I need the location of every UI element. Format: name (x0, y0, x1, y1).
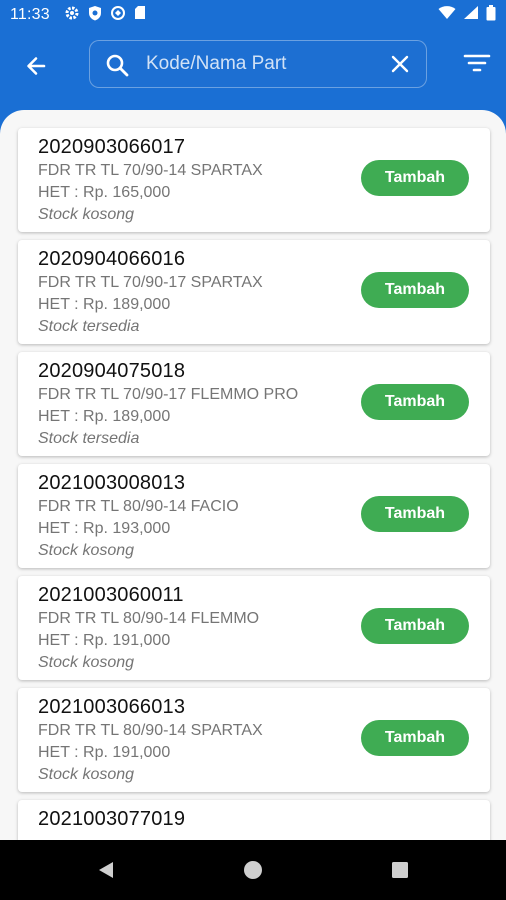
part-code: 2020904066016 (38, 248, 186, 270)
add-button[interactable]: Tambah (361, 496, 469, 532)
part-name: FDR TR TL 70/90-17 SPARTAX (38, 274, 263, 291)
status-time: 11:33 (10, 6, 50, 23)
signal-icon (463, 5, 479, 25)
part-name: FDR TR TL 80/90-14 SPARTAX (38, 722, 263, 739)
list-item: 2021003008013 FDR TR TL 80/90-14 FACIO H… (18, 464, 490, 568)
part-code: 2021003060011 (38, 584, 184, 606)
list-item: 2021003066013 FDR TR TL 80/90-14 SPARTAX… (18, 688, 490, 792)
nav-recents-button[interactable] (390, 860, 410, 885)
part-price: HET : Rp. 165,000 (38, 184, 171, 201)
status-bar: 11:33 (0, 0, 506, 30)
stock-status: Stock kosong (38, 766, 135, 783)
battery-icon (486, 4, 496, 26)
part-name: FDR TR TL 70/90-14 SPARTAX (38, 162, 263, 179)
add-button[interactable]: Tambah (361, 608, 469, 644)
list-item: 2020904066016 FDR TR TL 70/90-17 SPARTAX… (18, 240, 490, 344)
list-item: 2020903066017 FDR TR TL 70/90-14 SPARTAX… (18, 128, 490, 232)
stock-status: Stock kosong (38, 542, 135, 559)
stock-status: Stock tersedia (38, 318, 140, 335)
shield-icon (88, 5, 102, 26)
part-list: 2020903066017 FDR TR TL 70/90-14 SPARTAX… (18, 128, 490, 840)
settings-icon (64, 5, 80, 26)
part-code: 2020904075018 (38, 360, 186, 382)
content-sheet: 2020903066017 FDR TR TL 70/90-14 SPARTAX… (0, 110, 506, 840)
clear-search-button[interactable] (390, 54, 410, 79)
filter-button[interactable] (463, 52, 491, 79)
vpn-icon (110, 5, 126, 26)
add-button[interactable]: Tambah (361, 272, 469, 308)
part-name: FDR TR TL 80/90-14 FACIO (38, 498, 239, 515)
search-input[interactable] (146, 41, 366, 86)
part-price: HET : Rp. 193,000 (38, 520, 171, 537)
nav-home-button[interactable] (243, 860, 263, 885)
nav-back-button[interactable] (96, 860, 116, 885)
system-nav-bar (0, 840, 506, 900)
part-price: HET : Rp. 191,000 (38, 632, 171, 649)
stock-status: Stock kosong (38, 206, 135, 223)
part-code: 2021003077019 (38, 808, 186, 830)
part-price: HET : Rp. 191,000 (38, 744, 171, 761)
wifi-icon (438, 5, 456, 25)
list-item: 2021003077019 (18, 800, 490, 840)
list-item: 2021003060011 FDR TR TL 80/90-14 FLEMMO … (18, 576, 490, 680)
part-code: 2021003066013 (38, 696, 186, 718)
part-price: HET : Rp. 189,000 (38, 408, 171, 425)
part-price: HET : Rp. 189,000 (38, 296, 171, 313)
part-name: FDR TR TL 80/90-14 FLEMMO (38, 610, 260, 627)
stock-status: Stock kosong (38, 654, 135, 671)
sd-card-icon (134, 5, 146, 25)
add-button[interactable]: Tambah (361, 160, 469, 196)
add-button[interactable]: Tambah (361, 384, 469, 420)
list-item: 2020904075018 FDR TR TL 70/90-17 FLEMMO … (18, 352, 490, 456)
part-code: 2021003008013 (38, 472, 186, 494)
search-box (89, 40, 427, 88)
back-button[interactable] (20, 52, 52, 84)
app-bar (0, 30, 506, 110)
search-icon (105, 53, 129, 82)
stock-status: Stock tersedia (38, 430, 140, 447)
add-button[interactable]: Tambah (361, 720, 469, 756)
part-code: 2020903066017 (38, 136, 186, 158)
arrow-left-icon (24, 54, 48, 83)
part-name: FDR TR TL 70/90-17 FLEMMO PRO (38, 386, 299, 403)
